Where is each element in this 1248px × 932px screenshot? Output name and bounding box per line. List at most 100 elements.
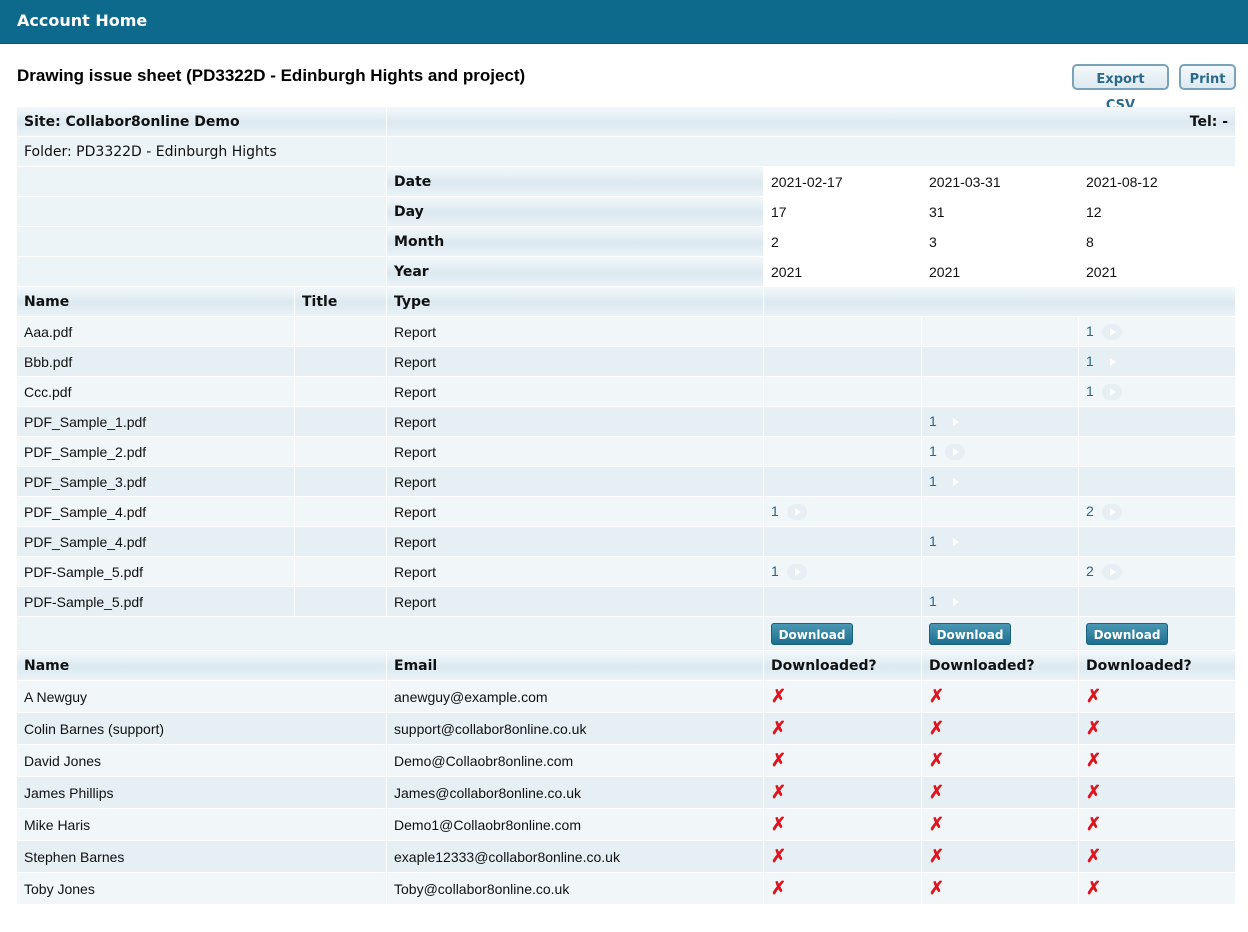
- download-button[interactable]: Download: [771, 622, 854, 645]
- downloaded-cell: ✗: [764, 777, 923, 809]
- play-icon[interactable]: [786, 504, 807, 521]
- download-button[interactable]: Download: [929, 622, 1012, 645]
- issue-day: 31: [922, 197, 1080, 227]
- downloaded-cell: ✗: [922, 841, 1080, 873]
- account-home-link[interactable]: Account Home: [17, 11, 147, 30]
- revision-cell: 1: [1079, 347, 1237, 377]
- downloaded-cell: ✗: [922, 713, 1080, 745]
- issue-month: 3: [922, 227, 1080, 257]
- revision-cell: [922, 377, 1080, 407]
- revision-cell: [764, 377, 923, 407]
- recipient-name: Mike Haris: [17, 809, 388, 841]
- month-label: Month: [387, 227, 765, 257]
- play-icon[interactable]: [1101, 354, 1122, 371]
- file-title: [295, 497, 388, 527]
- file-title: [295, 527, 388, 557]
- play-icon[interactable]: [944, 534, 965, 551]
- cross-icon: ✗: [771, 718, 787, 738]
- download-button[interactable]: Download: [1086, 622, 1169, 645]
- play-icon[interactable]: [944, 474, 965, 491]
- downloaded-cell: ✗: [922, 873, 1080, 905]
- file-row: PDF-Sample_5.pdf Report 1 2: [17, 557, 1237, 587]
- file-type: Report: [387, 437, 765, 467]
- downloaded-cell: ✗: [922, 745, 1080, 777]
- revision-link[interactable]: 1: [929, 533, 937, 549]
- revision-cell: 1: [922, 407, 1080, 437]
- downloaded-cell: ✗: [1079, 841, 1237, 873]
- blank-cell: [17, 167, 388, 197]
- revision-link[interactable]: 1: [771, 503, 779, 519]
- revision-cell: [922, 347, 1080, 377]
- play-icon[interactable]: [944, 414, 965, 431]
- download-row: Download Download Download: [17, 617, 1237, 651]
- file-title: [295, 437, 388, 467]
- file-type: Report: [387, 377, 765, 407]
- revision-link[interactable]: 1: [929, 413, 937, 429]
- revision-cell: 1: [922, 467, 1080, 497]
- revision-link[interactable]: 1: [1086, 383, 1094, 399]
- revision-link[interactable]: 1: [1086, 323, 1094, 339]
- recipient-email: Demo1@Collaobr8online.com: [387, 809, 765, 841]
- revision-cell: [1079, 407, 1237, 437]
- file-name: Aaa.pdf: [17, 317, 295, 347]
- file-type: Report: [387, 407, 765, 437]
- downloaded-cell: ✗: [1079, 809, 1237, 841]
- revision-link[interactable]: 2: [1086, 503, 1094, 519]
- downloaded-cell: ✗: [764, 713, 923, 745]
- file-title: [295, 377, 388, 407]
- issue-year: 2021: [764, 257, 923, 287]
- revision-link[interactable]: 1: [929, 443, 937, 459]
- print-button[interactable]: Print: [1179, 64, 1236, 90]
- downloaded-header: Downloaded?: [922, 651, 1080, 681]
- export-csv-button[interactable]: Export CSV: [1072, 64, 1169, 113]
- revision-cell: [764, 587, 923, 617]
- revision-link[interactable]: 1: [771, 563, 779, 579]
- revision-link[interactable]: 2: [1086, 563, 1094, 579]
- file-name: PDF_Sample_3.pdf: [17, 467, 295, 497]
- recipient-name-header: Name: [17, 651, 388, 681]
- file-row: Bbb.pdf Report 1: [17, 347, 1237, 377]
- revision-cell: 1: [1079, 377, 1237, 407]
- play-icon[interactable]: [1101, 504, 1122, 521]
- play-icon[interactable]: [1101, 324, 1122, 341]
- downloaded-cell: ✗: [1079, 681, 1237, 713]
- cross-icon: ✗: [929, 814, 945, 834]
- revision-cell: [764, 437, 923, 467]
- revision-cell: [1079, 467, 1237, 497]
- downloaded-cell: ✗: [764, 873, 923, 905]
- recipient-name: Colin Barnes (support): [17, 713, 388, 745]
- file-row: PDF_Sample_1.pdf Report 1: [17, 407, 1237, 437]
- file-row: PDF-Sample_5.pdf Report 1: [17, 587, 1237, 617]
- revision-cell: [764, 467, 923, 497]
- issue-year: 2021: [922, 257, 1080, 287]
- recipient-name: James Phillips: [17, 777, 388, 809]
- files-name-header: Name: [17, 287, 295, 317]
- cross-icon: ✗: [929, 782, 945, 802]
- revision-cell: [764, 527, 923, 557]
- file-name: PDF-Sample_5.pdf: [17, 587, 295, 617]
- file-title: [295, 557, 388, 587]
- cross-icon: ✗: [771, 686, 787, 706]
- file-row: Aaa.pdf Report 1: [17, 317, 1237, 347]
- file-row: PDF_Sample_2.pdf Report 1: [17, 437, 1237, 467]
- play-icon[interactable]: [944, 444, 965, 461]
- year-label: Year: [387, 257, 765, 287]
- downloaded-cell: ✗: [1079, 873, 1237, 905]
- download-cell: Download: [922, 617, 1080, 651]
- revision-cell: [922, 557, 1080, 587]
- play-icon[interactable]: [786, 564, 807, 581]
- play-icon[interactable]: [944, 594, 965, 611]
- revision-cell: [764, 347, 923, 377]
- play-icon[interactable]: [1101, 384, 1122, 401]
- revision-link[interactable]: 1: [929, 593, 937, 609]
- recipient-name: Toby Jones: [17, 873, 388, 905]
- revision-link[interactable]: 1: [1086, 353, 1094, 369]
- file-title: [295, 317, 388, 347]
- revision-link[interactable]: 1: [929, 473, 937, 489]
- recipient-row: David Jones Demo@Collaobr8online.com ✗ ✗ ✗: [17, 745, 1237, 777]
- downloaded-cell: ✗: [764, 809, 923, 841]
- revision-cell: [1079, 437, 1237, 467]
- recipient-email: Demo@Collaobr8online.com: [387, 745, 765, 777]
- download-cell: Download: [764, 617, 923, 651]
- play-icon[interactable]: [1101, 564, 1122, 581]
